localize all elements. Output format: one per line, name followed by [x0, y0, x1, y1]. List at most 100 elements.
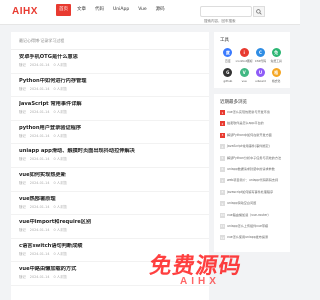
article-title[interactable]: vue如何实现热更新	[19, 172, 201, 179]
recent-item[interactable]: 12 vue怎么使用uniapp发布提测	[220, 235, 284, 246]
recent-item-title: JavaScript常用事件(事件绑定)	[227, 144, 270, 149]
search-input[interactable]	[201, 16, 251, 26]
tool-link[interactable]: Ggithub	[220, 68, 236, 83]
article-author: 随记	[19, 133, 26, 138]
article-title[interactable]: JavaScript 常用事件详解	[19, 101, 201, 108]
search-box	[200, 6, 252, 26]
article-author: 随记	[19, 180, 26, 185]
tool-link[interactable]: 度百度	[220, 48, 236, 63]
article-author: 随记	[19, 275, 26, 280]
site-logo[interactable]: AIHX	[12, 6, 38, 17]
tool-link[interactable]: 免免费工具	[268, 48, 284, 63]
article-views: 0 人浏览	[53, 133, 67, 138]
recent-card-title: 近期最多浏览	[220, 100, 247, 105]
tool-label: 免费工具	[270, 59, 282, 63]
tool-label: vue	[241, 79, 247, 83]
recent-item[interactable]: 7 web项目简介：uniapp代码转码支持	[220, 178, 284, 189]
recent-item-title: 解读Python中如何在新开发方面	[227, 132, 272, 137]
watermark-subtext: AIHX	[180, 276, 220, 287]
article-date: 2024-01-14	[29, 63, 50, 67]
article-title[interactable]: Python中如何进行内存管理	[19, 78, 201, 85]
article-item[interactable]: JavaScript 常用事件详解 随记 2024-01-14 0 人浏览	[11, 97, 209, 121]
main-nav: 首页 文章 代码 UniApp Vue 源码	[56, 4, 168, 16]
tool-label: 百度	[225, 59, 231, 63]
rank-badge: 3	[220, 132, 225, 138]
article-author: 随记	[19, 157, 26, 162]
article-views: 0 人浏览	[53, 228, 67, 233]
tool-link[interactable]: i iconfont图标	[236, 48, 253, 63]
article-item[interactable]: vue如何实现热更新 随记 2024-01-14 0 人浏览	[11, 168, 209, 192]
article-views: 0 人浏览	[53, 110, 67, 115]
rank-badge: 1	[220, 110, 225, 115]
tool-label: iconfont图标	[235, 59, 253, 63]
article-title[interactable]: vue中import和require区别	[19, 219, 201, 226]
recent-item[interactable]: 9 uniapp滑动空白问题	[220, 201, 284, 212]
article-meta: 随记 2024-01-14 0 人浏览	[19, 134, 201, 139]
recent-item[interactable]: 2 拍卖软件是怎么app平台的	[220, 121, 284, 132]
recent-item[interactable]: 1 vue怎么实现热更新与开发环境	[220, 110, 284, 121]
article-item[interactable]: python用户登录验证程序 随记 2024-01-14 0 人浏览	[11, 121, 209, 145]
recent-item-title: 拍卖软件是怎么app平台的	[227, 121, 264, 126]
article-date: 2024-01-14	[29, 228, 50, 233]
nav-item[interactable]: Vue	[135, 4, 149, 16]
article-title[interactable]: vue热部署原理	[19, 196, 201, 203]
nav-item[interactable]: UniApp	[110, 4, 132, 16]
article-date: 2024-01-14	[29, 180, 50, 185]
nav-item[interactable]: 首页	[56, 4, 71, 16]
tool-label: 格式化	[271, 79, 281, 83]
recent-item[interactable]: 8 javascript如何编写事件处理程序	[220, 189, 284, 201]
article-views: 0 人浏览	[53, 63, 67, 67]
rank-badge: 6	[220, 166, 225, 172]
tool-label: uiboard	[255, 79, 266, 83]
article-title[interactable]: 安卓手机OTG是什么意思	[19, 54, 201, 61]
article-views: 0 人浏览	[53, 204, 67, 209]
recent-item[interactable]: 6 uniapp数据请求封装中的请求参数	[220, 166, 284, 178]
article-meta: 随记 2024-01-14 0 人浏览	[19, 228, 201, 233]
tool-icon: i	[239, 48, 249, 57]
article-date: 2024-01-14	[29, 275, 50, 280]
nav-item[interactable]: 源码	[153, 4, 168, 16]
recent-item[interactable]: 10 vue路由懒加载（vue-router）	[220, 212, 284, 224]
article-item[interactable]: vue热部署原理 随记 2024-01-14 0 人浏览	[11, 192, 209, 216]
tool-link[interactable]: 格格式化	[268, 68, 284, 83]
tool-icon: C	[255, 48, 265, 57]
recent-item[interactable]: 3 解读Python中如何在新开发方面	[220, 132, 284, 144]
article-views: 0 人浏览	[53, 180, 67, 185]
article-title[interactable]: uniapp app滑动、触摸时页面出现抖动拉伸解决	[19, 148, 201, 155]
recent-item-title: vue路由懒加载（vue-router）	[227, 212, 271, 217]
breadcrumb: 最记心得博·记录学习过程	[11, 32, 209, 50]
tool-icon: U	[255, 68, 265, 77]
article-item[interactable]: uniapp app滑动、触摸时页面出现抖动拉伸解决 随记 2024-01-14 0 …	[11, 144, 209, 168]
recent-item-title: vue怎么使用uniapp发布提测	[227, 235, 269, 240]
nav-item[interactable]: 文章	[74, 4, 89, 16]
article-views: 0 人浏览	[53, 86, 67, 91]
rank-badge: 12	[220, 235, 225, 241]
article-meta: 随记 2024-01-14 0 人浏览	[19, 87, 201, 92]
tool-icon: G	[223, 68, 233, 77]
article-item[interactable]: 安卓手机OTG是什么意思 随记 2024-01-14 0 人浏览	[11, 50, 209, 74]
recent-item[interactable]: 11 uniapp怎么上传组件vue带模	[220, 223, 284, 235]
tool-link[interactable]: C CSS代码	[253, 48, 269, 63]
article-views: 0 人浏览	[53, 275, 67, 280]
search-icon	[256, 8, 262, 15]
recent-item[interactable]: 5 解读Python分析中子任务与高效的方法	[220, 155, 284, 167]
top-navbar: AIHX 首页 文章 代码 UniApp Vue 源码	[0, 0, 300, 26]
recent-list: 1 vue怎么实现热更新与开发环境 2 拍卖软件是怎么app平台的 3 解读Python中…	[220, 110, 284, 247]
nav-item[interactable]: 代码	[92, 4, 107, 16]
search-button[interactable]	[253, 6, 265, 17]
recent-item[interactable]: 4 JavaScript常用事件(事件绑定)	[220, 144, 284, 155]
article-title[interactable]: python用户登录验证程序	[19, 125, 201, 132]
tool-icon: 免	[271, 48, 281, 57]
article-date: 2024-01-14	[29, 86, 50, 91]
tool-link[interactable]: Vvue	[236, 68, 253, 83]
rank-badge: 7	[220, 178, 225, 184]
article-meta: 随记 2024-01-14 0 人浏览	[19, 205, 201, 210]
article-item[interactable]: vue中import和require区别 随记 2024-01-14 0 人浏览	[11, 215, 209, 239]
article-author: 随记	[19, 228, 26, 233]
rank-badge: 2	[220, 121, 225, 127]
article-item[interactable]: Python中如何进行内存管理 随记 2024-01-14 0 人浏览	[11, 74, 209, 98]
rank-badge: 8	[220, 189, 225, 195]
tools-grid: 度百度 i iconfont图标 C CSS代码免免费工具 Ggithub Vvue Uuib…	[220, 48, 284, 83]
tool-link[interactable]: Uuiboard	[253, 68, 269, 83]
article-author: 随记	[19, 204, 26, 209]
